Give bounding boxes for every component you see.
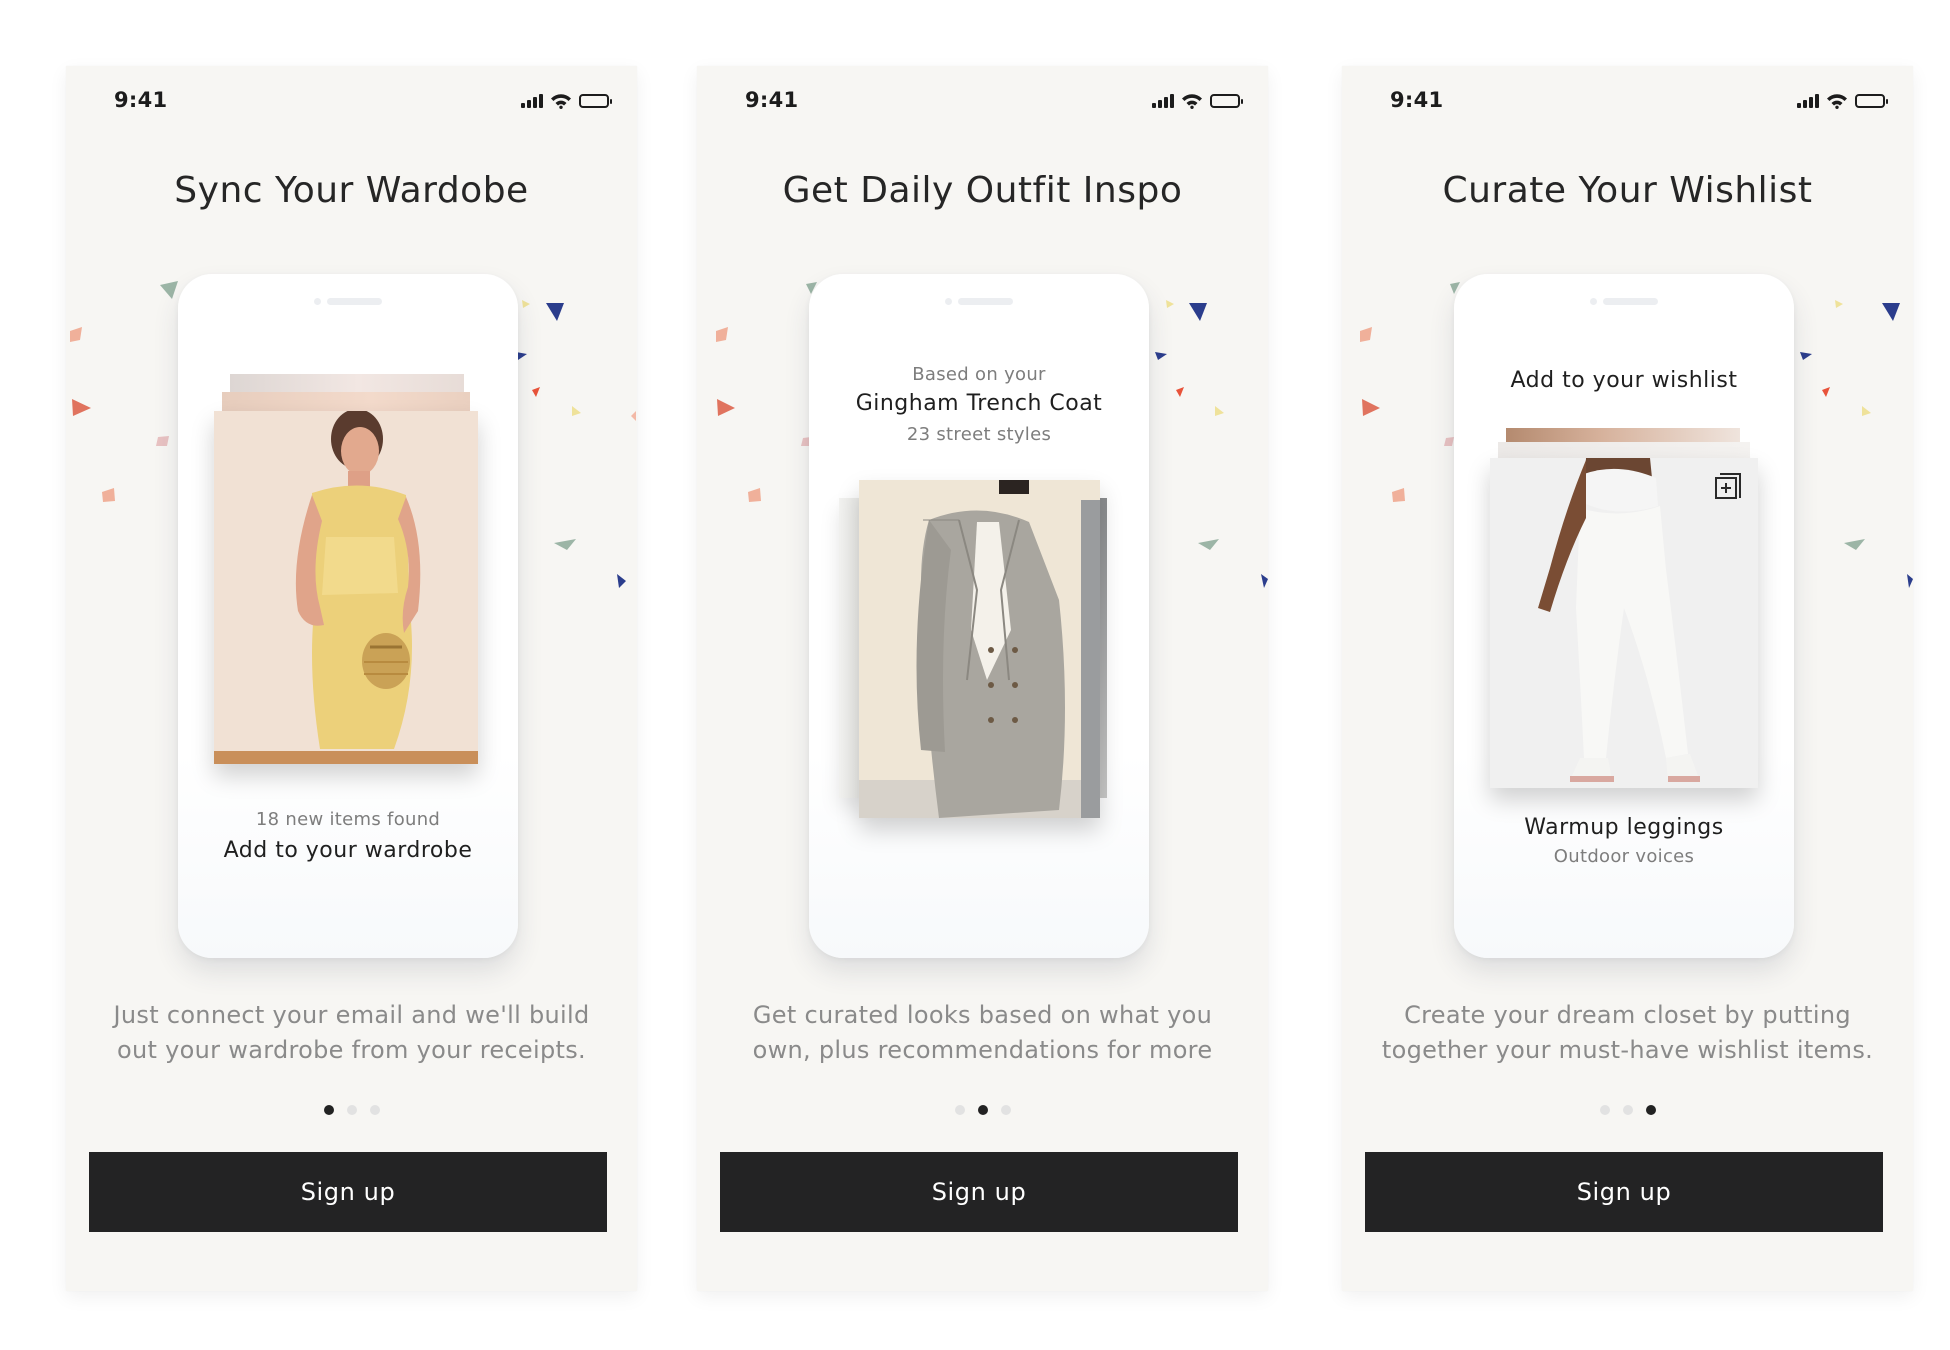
phone-mockup: Based on your Gingham Trench Coat 23 str… [809, 274, 1149, 958]
page-indicator [66, 1105, 637, 1115]
wifi-icon [551, 94, 571, 109]
screen-title: Get Daily Outfit Inspo [782, 170, 1183, 211]
phone-notch [945, 298, 1013, 305]
onboarding-screen-inspo: 9:41 Get Daily Outfit Inspo Based on you… [697, 66, 1268, 1291]
page-dot-1[interactable] [1599, 1105, 1610, 1115]
page-dot-2[interactable] [977, 1105, 988, 1115]
screen-description: Get curated looks based on what you own,… [752, 1001, 1213, 1064]
page-dot-1[interactable] [323, 1105, 334, 1115]
wifi-icon [1182, 94, 1202, 109]
based-on-text: Based on your [912, 364, 1046, 385]
signal-icon [1797, 94, 1819, 108]
status-time: 9:41 [1390, 88, 1444, 112]
product-brand: Outdoor voices [1553, 846, 1695, 867]
status-bar: 9:41 [697, 88, 1268, 118]
screen-title: Curate Your Wishlist [1442, 170, 1813, 211]
battery-icon [1210, 94, 1243, 108]
page-indicator [697, 1105, 1268, 1115]
status-bar: 9:41 [1342, 88, 1913, 118]
page-dot-3[interactable] [1645, 1105, 1656, 1115]
sign-up-button[interactable]: Sign up [1365, 1152, 1883, 1232]
photo-stack [214, 374, 478, 764]
status-time: 9:41 [745, 88, 799, 112]
add-to-wardrobe-text[interactable]: Add to your wardrobe [178, 838, 518, 863]
trench-coat-photo[interactable] [859, 480, 1100, 818]
sign-up-button[interactable]: Sign up [89, 1152, 607, 1232]
page-dot-3[interactable] [369, 1105, 380, 1115]
phone-mockup: 18 new items found Add to your wardrobe [178, 274, 518, 958]
sign-up-button[interactable]: Sign up [720, 1152, 1238, 1232]
photo-stack [1490, 428, 1758, 788]
photo-stack [839, 480, 1119, 820]
product-name[interactable]: Warmup leggings [1454, 815, 1794, 840]
battery-icon [1855, 94, 1888, 108]
screen-description: Create your dream closet by putting toge… [1381, 1001, 1874, 1064]
status-time: 9:41 [114, 88, 168, 112]
page-indicator [1342, 1105, 1913, 1115]
status-bar: 9:41 [66, 88, 637, 118]
add-to-wishlist-icon[interactable] [1714, 472, 1744, 502]
items-found-text: 18 new items found [255, 809, 441, 830]
onboarding-screen-sync: 9:41 Sync Your Wardobe 18 new items foun… [66, 66, 637, 1291]
yellow-dress-photo[interactable] [214, 411, 478, 764]
onboarding-screen-wishlist: 9:41 Curate Your Wishlist Add to your wi… [1342, 66, 1913, 1291]
wishlist-heading: Add to your wishlist [1510, 368, 1738, 393]
source-item-title[interactable]: Gingham Trench Coat [809, 391, 1149, 416]
screen-description: Just connect your email and we'll build … [113, 1001, 590, 1064]
battery-icon [579, 94, 612, 108]
screen-title: Sync Your Wardobe [174, 170, 529, 211]
leggings-photo[interactable] [1490, 458, 1758, 788]
page-dot-1[interactable] [954, 1105, 965, 1115]
phone-notch [314, 298, 382, 305]
phone-notch [1590, 298, 1658, 305]
street-styles-count: 23 street styles [906, 424, 1052, 445]
signal-icon [521, 94, 543, 108]
wifi-icon [1827, 94, 1847, 109]
page-dot-2[interactable] [346, 1105, 357, 1115]
page-dot-3[interactable] [1000, 1105, 1011, 1115]
signal-icon [1152, 94, 1174, 108]
phone-mockup: Add to your wishlist Warmup leggings Out… [1454, 274, 1794, 958]
page-dot-2[interactable] [1622, 1105, 1633, 1115]
